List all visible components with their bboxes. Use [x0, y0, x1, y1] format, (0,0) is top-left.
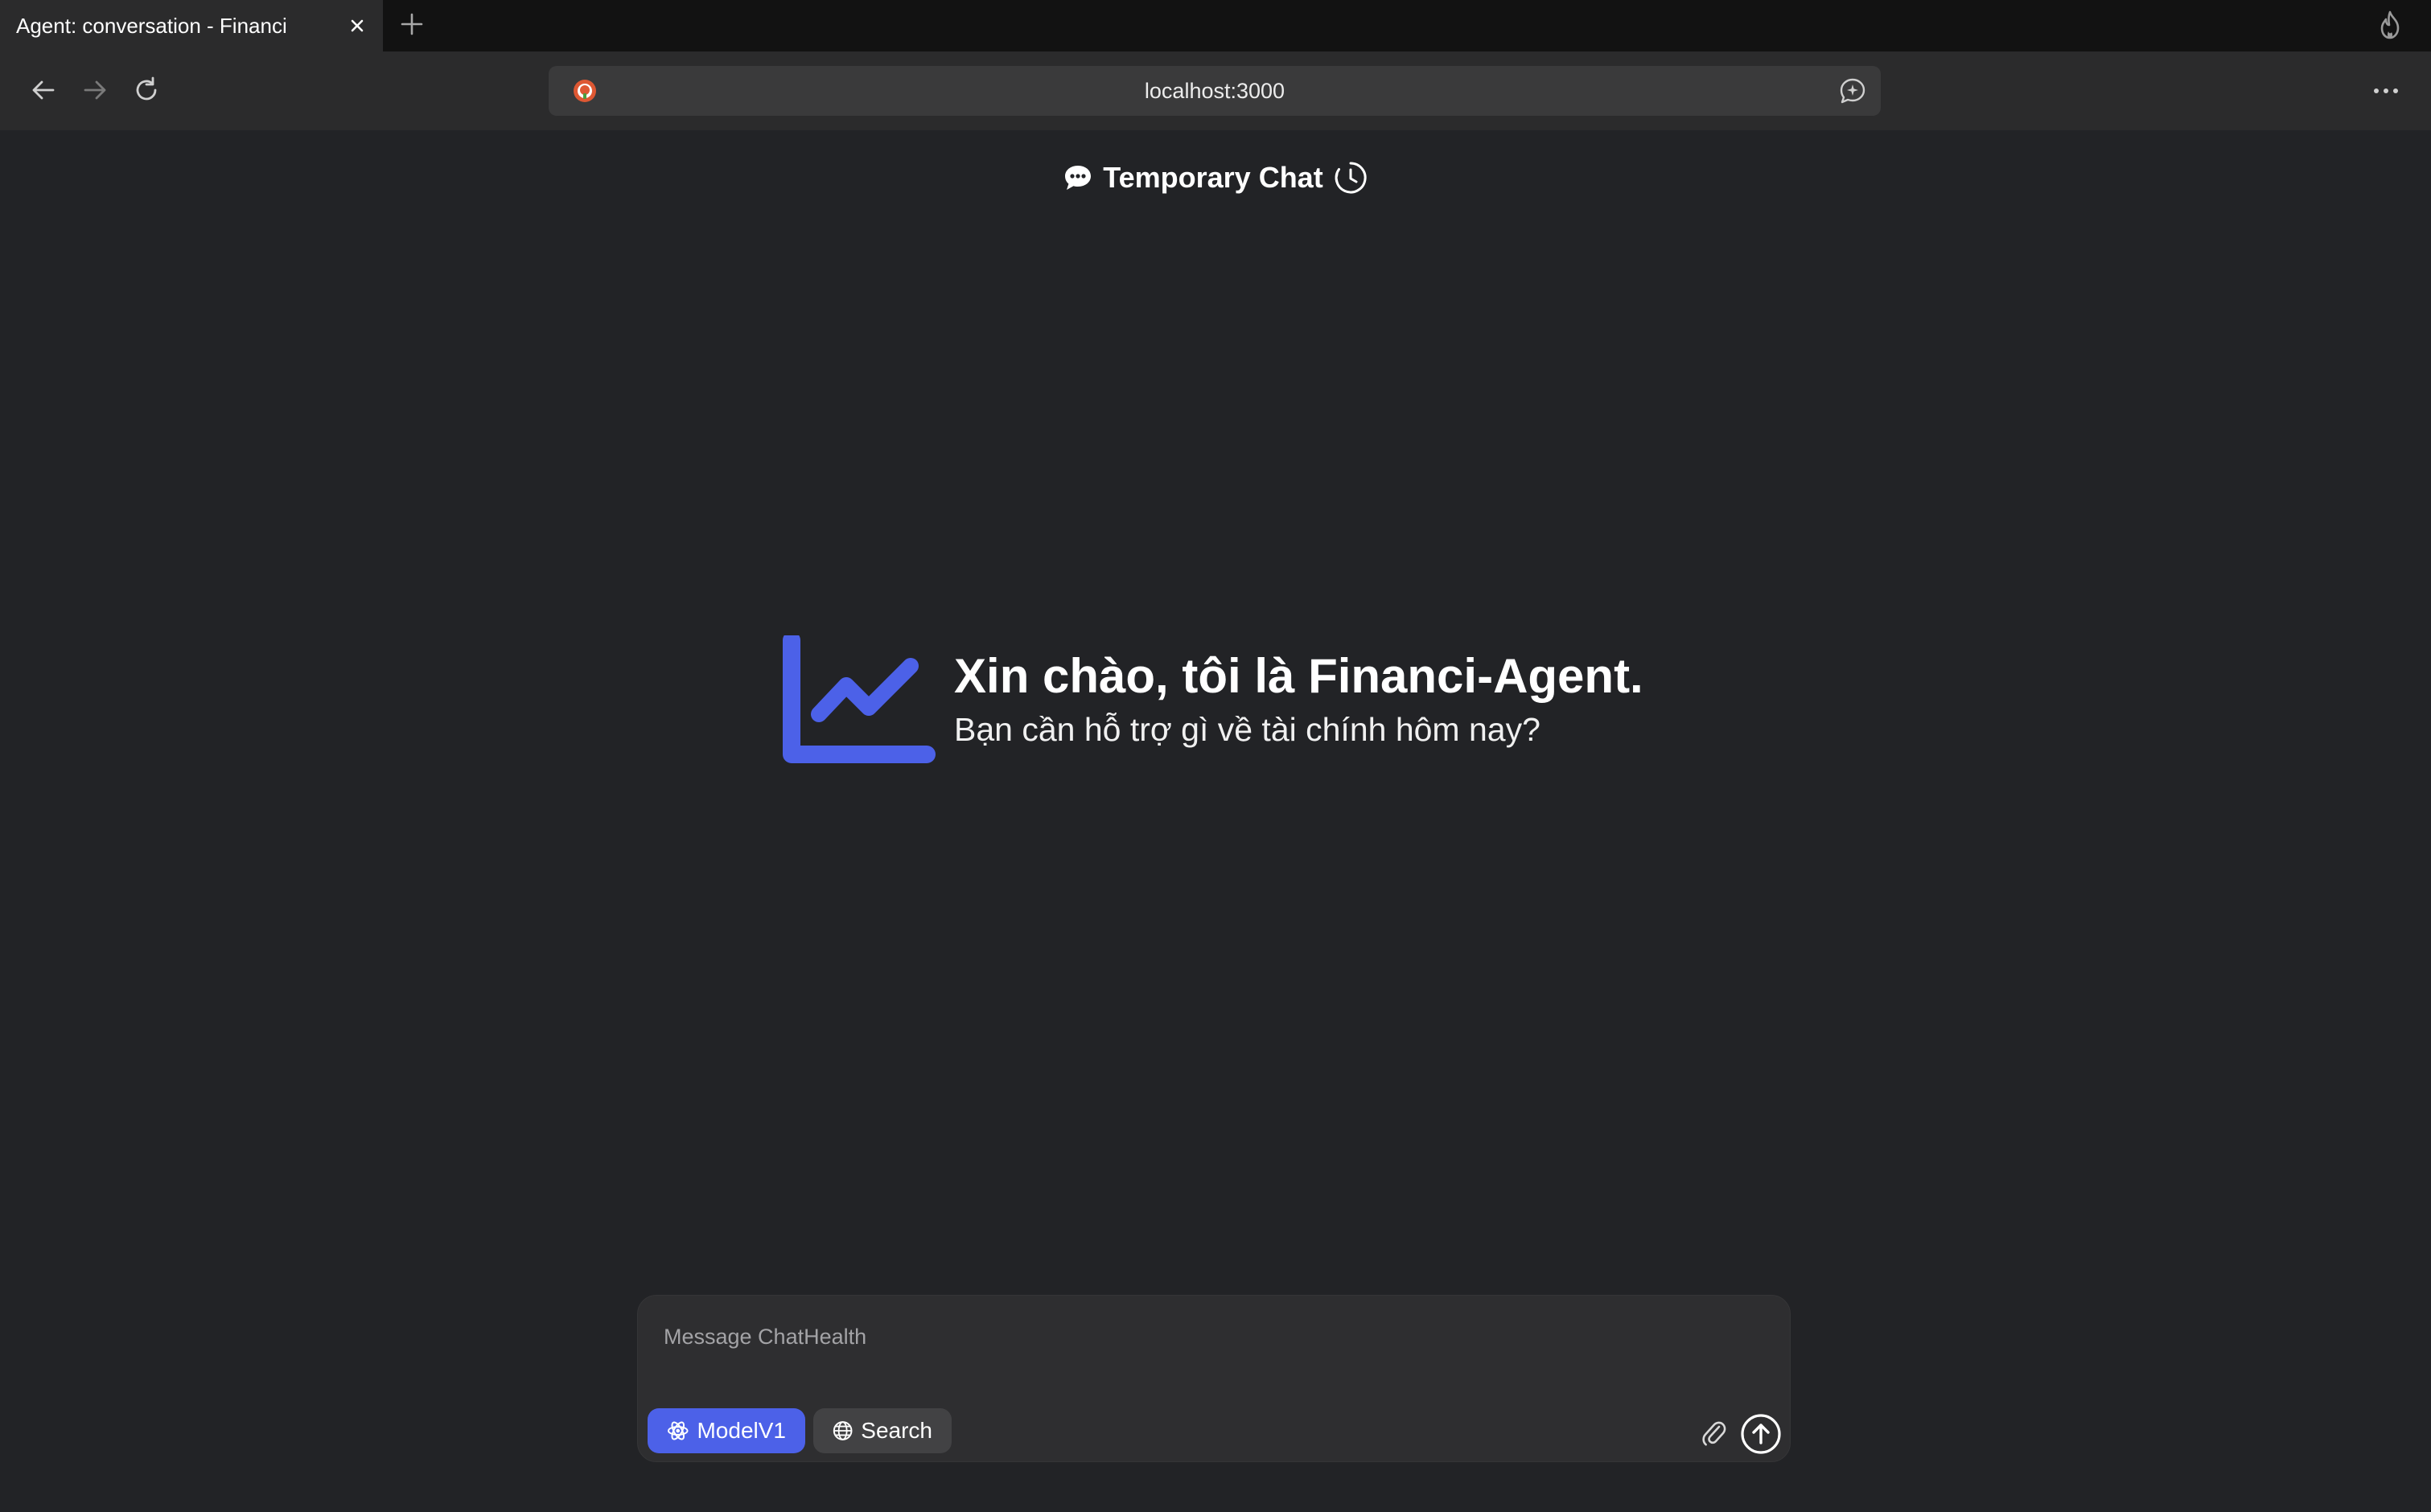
- browser-tab[interactable]: Agent: conversation - Financi: [0, 0, 383, 51]
- browser-tab-strip: Agent: conversation - Financi: [0, 0, 2431, 51]
- forward-arrow-icon[interactable]: [79, 74, 111, 106]
- message-composer: ModelV1 Search: [637, 1295, 1791, 1462]
- more-dots-icon[interactable]: [2370, 79, 2402, 103]
- model-label: ModelV1: [697, 1418, 786, 1443]
- search-label: Search: [861, 1418, 932, 1443]
- paperclip-icon[interactable]: [1700, 1416, 1727, 1448]
- hero-title: Xin chào, tôi là Financi-Agent.: [954, 649, 1643, 703]
- atom-icon: [667, 1421, 689, 1440]
- browser-toolbar: localhost:3000: [0, 51, 2431, 130]
- flame-icon[interactable]: [2376, 10, 2404, 40]
- send-arrow-icon[interactable]: [1740, 1413, 1782, 1455]
- message-input[interactable]: [662, 1320, 1711, 1354]
- speech-bubble-icon: [1065, 166, 1092, 190]
- tab-title: Agent: conversation - Financi: [16, 14, 287, 38]
- model-selector-button[interactable]: ModelV1: [648, 1408, 805, 1453]
- back-arrow-icon[interactable]: [27, 74, 60, 106]
- globe-icon: [833, 1421, 853, 1440]
- hero-subtitle: Bạn cần hỗ trợ gì về tài chính hôm nay?: [954, 711, 1540, 748]
- plus-icon[interactable]: [399, 11, 425, 37]
- ai-chat-icon[interactable]: [1839, 77, 1866, 105]
- close-icon[interactable]: [346, 14, 368, 37]
- search-toggle-button[interactable]: Search: [813, 1408, 952, 1453]
- address-bar[interactable]: localhost:3000: [549, 66, 1881, 116]
- chat-header: Temporary Chat: [0, 158, 2431, 198]
- page-title: Temporary Chat: [1103, 161, 1323, 194]
- reload-icon[interactable]: [130, 74, 162, 106]
- line-chart-icon: [783, 635, 936, 763]
- clock-icon[interactable]: [1333, 160, 1368, 195]
- url-text: localhost:3000: [1144, 79, 1285, 103]
